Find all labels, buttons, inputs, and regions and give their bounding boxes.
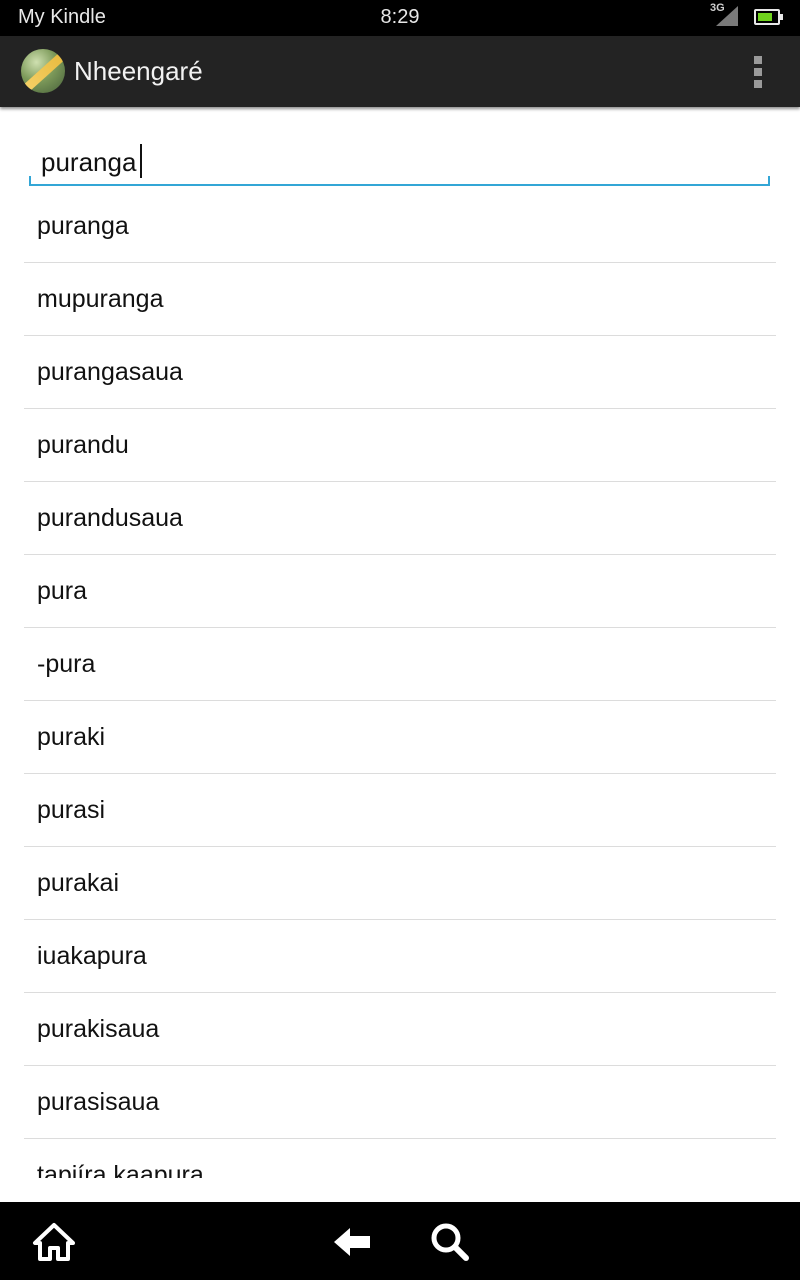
app-title: Nheengaré: [74, 56, 203, 86]
result-item[interactable]: puraki: [24, 701, 776, 774]
result-item[interactable]: pura: [24, 555, 776, 628]
text-caret: [140, 144, 142, 178]
network-type-label: 3G: [710, 2, 725, 14]
battery-icon: [754, 9, 780, 25]
action-bar: Nheengaré: [0, 36, 800, 107]
result-item[interactable]: purasi: [24, 774, 776, 847]
battery-level: [758, 13, 772, 21]
result-item[interactable]: purakai: [24, 847, 776, 920]
result-item[interactable]: purandusaua: [24, 482, 776, 555]
result-item[interactable]: purandu: [24, 409, 776, 482]
overflow-menu-icon[interactable]: [744, 52, 772, 92]
result-item[interactable]: -pura: [24, 628, 776, 701]
bottom-nav-bar: [0, 1202, 800, 1280]
home-icon[interactable]: [32, 1220, 76, 1264]
result-item[interactable]: tapiíra kaapura: [24, 1139, 776, 1178]
app-logo-icon[interactable]: [21, 49, 65, 93]
result-item[interactable]: iuakapura: [24, 920, 776, 993]
result-item[interactable]: purangasaua: [24, 336, 776, 409]
input-underline-left: [29, 176, 31, 186]
signal-icon: 3G: [708, 2, 742, 28]
search-icon[interactable]: [428, 1220, 472, 1264]
status-bar: My Kindle 8:29 3G: [0, 0, 800, 36]
result-item[interactable]: purakisaua: [24, 993, 776, 1066]
result-item[interactable]: purasisaua: [24, 1066, 776, 1139]
input-underline-right: [768, 176, 770, 186]
result-item[interactable]: mupuranga: [24, 263, 776, 336]
results-list: puranga mupuranga purangasaua purandu purand…: [24, 190, 776, 1178]
clock: 8:29: [380, 6, 420, 28]
battery-tip: [780, 14, 783, 20]
result-item[interactable]: puranga: [24, 190, 776, 263]
back-arrow-icon[interactable]: [330, 1220, 374, 1264]
